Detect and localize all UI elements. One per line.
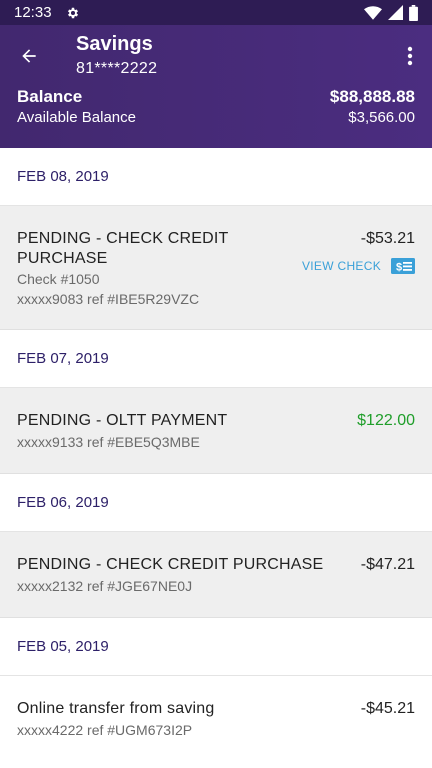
- view-check-label: VIEW CHECK: [301, 259, 381, 273]
- more-vert-icon: [407, 46, 413, 66]
- status-time: 12:33: [14, 4, 52, 21]
- arrow-back-icon: [22, 49, 36, 63]
- overflow-menu-button[interactable]: [398, 41, 422, 71]
- transaction-description: PENDING - CHECK CREDIT PURCHASE: [17, 556, 324, 573]
- transaction-ref: xxxxx9083 ref #IBE5R29VZC: [17, 291, 200, 307]
- gear-icon: [67, 7, 78, 18]
- battery-icon: [409, 4, 418, 21]
- account-header: Savings 81****2222 Balance $88,888.88 Av…: [0, 25, 432, 148]
- available-balance-label: Available Balance: [17, 109, 136, 126]
- account-number: 81****2222: [76, 60, 158, 77]
- back-button[interactable]: [14, 41, 44, 71]
- balance-label: Balance: [17, 87, 83, 106]
- date-header: FEB 07, 2019: [0, 330, 432, 388]
- transaction-amount: -$45.21: [360, 700, 415, 717]
- transaction-row[interactable]: PENDING - CHECK CREDIT PURCHASE Check #1…: [0, 206, 432, 330]
- date-header: FEB 06, 2019: [0, 474, 432, 532]
- svg-text:$: $: [396, 262, 402, 274]
- transaction-amount: $122.00: [357, 412, 415, 429]
- date-header: FEB 05, 2019: [0, 618, 432, 676]
- transaction-ref: xxxxx9133 ref #EBE5Q3MBE: [17, 434, 200, 450]
- available-balance-value: $3,566.00: [348, 109, 415, 126]
- transaction-ref: xxxxx4222 ref #UGM673I2P: [17, 722, 193, 738]
- transaction-list: FEB 08, 2019 PENDING - CHECK CREDIT PURC…: [0, 148, 432, 762]
- view-check-button[interactable]: VIEW CHECK $: [302, 258, 415, 274]
- transaction-ref: xxxxx2132 ref #JGE67NE0J: [17, 578, 193, 594]
- date-header: FEB 08, 2019: [0, 148, 432, 206]
- check-number: Check #1050: [17, 271, 100, 287]
- transaction-description: PENDING - OLTT PAYMENT: [17, 412, 228, 429]
- balance-value: $88,888.88: [329, 87, 415, 106]
- transaction-description-cont: PURCHASE: [17, 250, 108, 267]
- transaction-row[interactable]: PENDING - OLTT PAYMENT xxxxx9133 ref #EB…: [0, 388, 432, 474]
- transaction-description: PENDING - CHECK CREDIT: [17, 230, 229, 247]
- transaction-amount: -$47.21: [360, 556, 415, 573]
- transaction-row[interactable]: PENDING - CHECK CREDIT PURCHASE xxxxx213…: [0, 532, 432, 618]
- transaction-row[interactable]: Online transfer from saving xxxxx4222 re…: [0, 676, 432, 762]
- status-bar: 12:33: [0, 0, 432, 25]
- transaction-description: Online transfer from saving: [17, 700, 215, 717]
- check-image-icon: $: [391, 258, 415, 274]
- wifi-icon: [364, 5, 382, 20]
- page-title: Savings: [76, 33, 153, 55]
- signal-icon: [388, 5, 403, 20]
- transaction-amount: -$53.21: [360, 230, 415, 247]
